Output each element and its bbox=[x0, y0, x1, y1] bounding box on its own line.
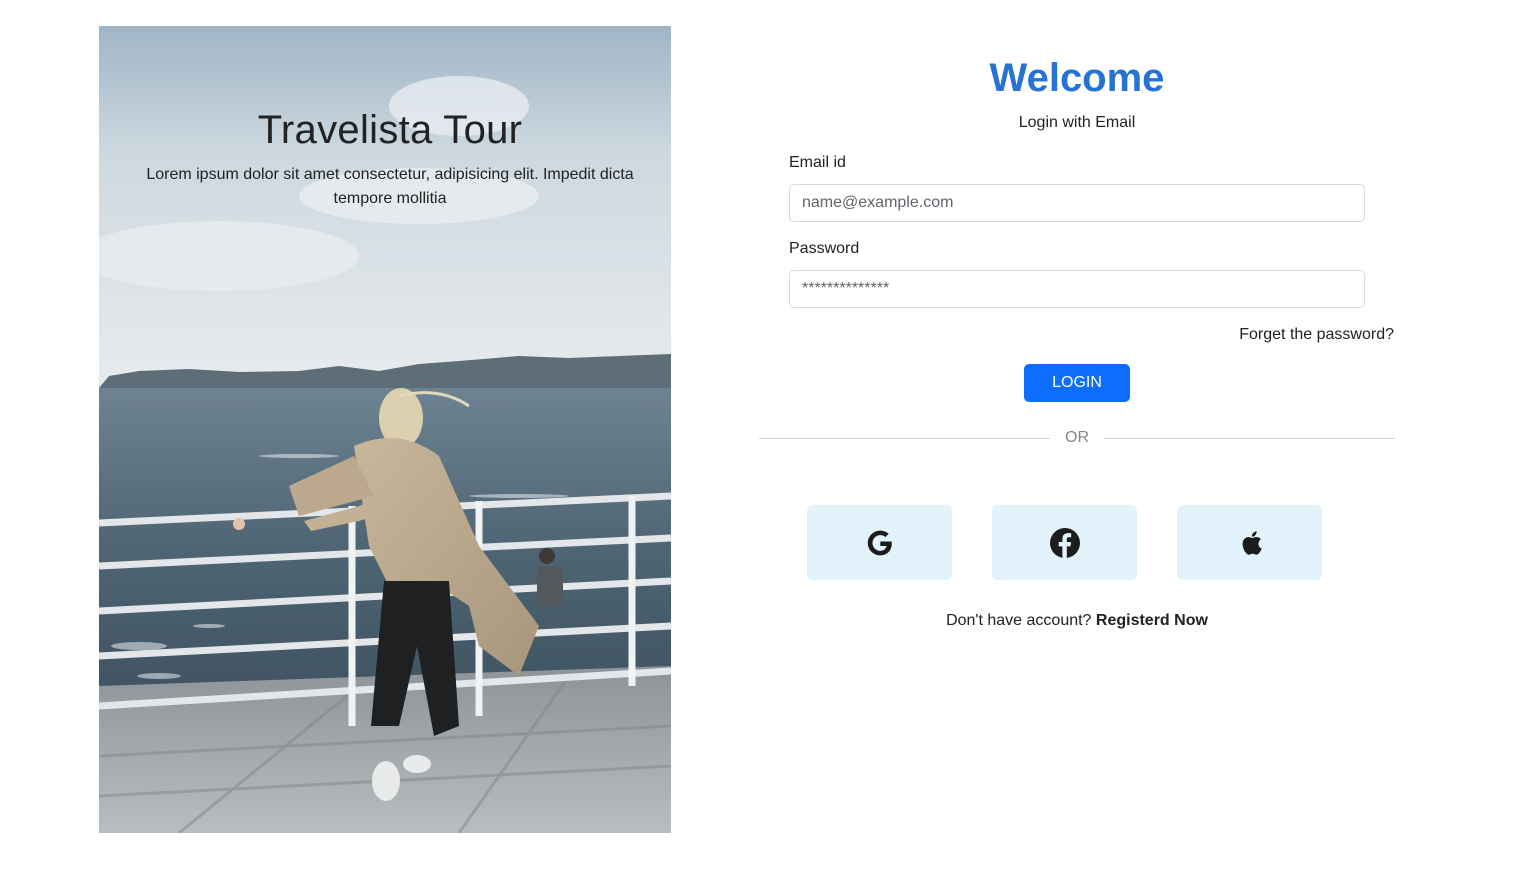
register-link[interactable]: Registerd Now bbox=[1096, 612, 1208, 629]
facebook-icon bbox=[1049, 527, 1080, 558]
forgot-password-link[interactable]: Forget the password? bbox=[1239, 326, 1394, 344]
password-label: Password bbox=[789, 240, 860, 257]
password-field[interactable] bbox=[789, 270, 1365, 308]
apple-login-button[interactable] bbox=[1177, 505, 1322, 580]
welcome-heading: Welcome bbox=[989, 56, 1165, 100]
login-subtitle: Login with Email bbox=[1018, 114, 1136, 131]
register-prompt: Don't have account? Registerd Now bbox=[759, 612, 1395, 630]
hero-description: Lorem ipsum dolor sit amet consectetur, … bbox=[146, 166, 634, 207]
google-icon bbox=[867, 530, 892, 555]
register-prompt-text: Don't have account? bbox=[946, 612, 1092, 629]
email-label: Email id bbox=[789, 154, 846, 171]
google-login-button[interactable] bbox=[807, 505, 952, 580]
login-page: Travelista Tour Lorem ipsum dolor sit am… bbox=[0, 0, 1534, 895]
divider-right bbox=[1104, 438, 1395, 439]
apple-icon bbox=[1242, 530, 1262, 555]
email-field[interactable] bbox=[789, 184, 1365, 222]
login-button[interactable]: LOGIN bbox=[1024, 364, 1130, 402]
hero-title: Travelista Tour bbox=[257, 108, 523, 152]
facebook-login-button[interactable] bbox=[992, 505, 1137, 580]
hero-panel: Travelista Tour Lorem ipsum dolor sit am… bbox=[99, 26, 671, 833]
login-form: Welcome Login with Email Email id Passwo… bbox=[759, 0, 1395, 895]
